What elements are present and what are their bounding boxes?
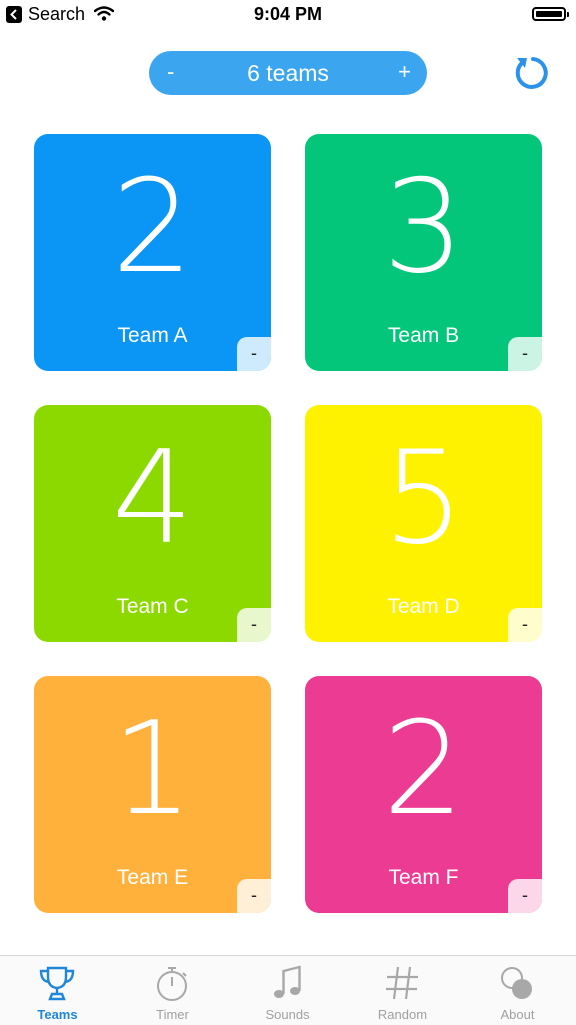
tab-label: Teams [37,1007,78,1022]
battery-icon [532,7,569,21]
team-score: 1 [111,695,194,844]
trophy-icon [39,966,75,1001]
team-score: 5 [382,424,465,573]
hash-icon [386,966,418,1000]
team-tile-b[interactable]: 3 Team B - [305,134,542,371]
decrease-score-button[interactable]: - [508,608,542,642]
team-name: Team D [387,595,460,618]
status-time: 9:04 PM [253,4,323,24]
tab-sounds[interactable]: Sounds [230,956,345,1025]
team-name: Team F [388,866,459,889]
decrease-score-button[interactable]: - [508,879,542,913]
team-tile-e[interactable]: 1 Team E - [34,676,271,913]
tab-label: Timer [156,1007,189,1022]
tab-label: About [500,1007,535,1022]
tab-bar: Teams Timer Sounds Random About [0,955,576,1025]
team-tile-a[interactable]: 2 Team A - [34,134,271,371]
team-count-stepper: - 6 teams + [149,51,427,95]
tab-random[interactable]: Random [345,956,460,1025]
tab-about[interactable]: About [460,956,575,1025]
team-name: Team E [116,866,189,889]
tab-teams[interactable]: Teams [0,956,115,1025]
decrease-score-button[interactable]: - [508,337,542,371]
team-score: 2 [382,695,465,844]
team-score: 2 [111,153,194,302]
tab-label: Random [377,1007,428,1022]
team-count-label: 6 teams [247,60,329,86]
team-name: Team C [116,595,189,618]
status-bar: Search 9:04 PM [0,0,576,32]
team-score: 3 [382,153,465,302]
decrease-score-button[interactable]: - [237,608,271,642]
music-notes-icon [274,965,301,998]
decrease-score-button[interactable]: - [237,879,271,913]
team-tile-d[interactable]: 5 Team D - [305,405,542,642]
stopwatch-icon [157,967,187,1001]
team-name: Team B [387,324,460,347]
increase-teams-button[interactable]: + [398,59,411,85]
decrease-score-button[interactable]: - [237,337,271,371]
team-tile-f[interactable]: 2 Team F - [305,676,542,913]
team-tile-c[interactable]: 4 Team C - [34,405,271,642]
about-circles-icon [501,967,532,999]
tab-timer[interactable]: Timer [115,956,230,1025]
refresh-icon[interactable] [514,54,552,92]
team-name: Team A [117,324,188,347]
tab-label: Sounds [265,1007,310,1022]
team-score: 4 [111,424,194,573]
